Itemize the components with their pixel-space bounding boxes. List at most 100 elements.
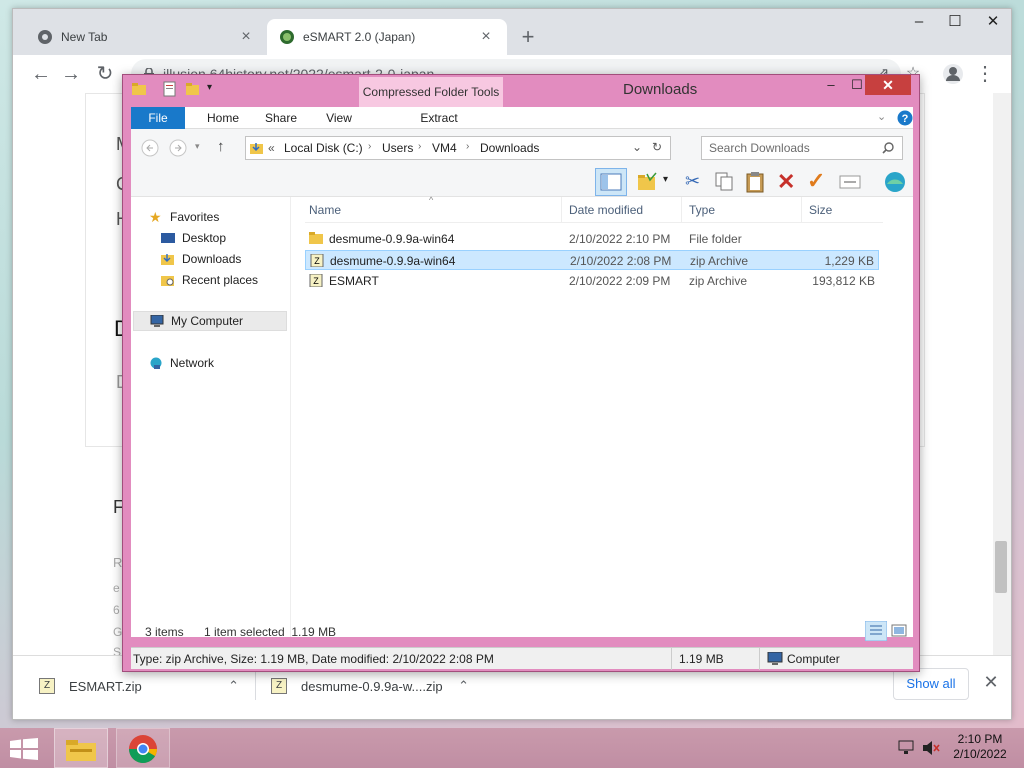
- minimize-button[interactable]: –: [817, 75, 845, 95]
- profile-avatar[interactable]: [939, 61, 967, 87]
- tab-view[interactable]: View: [311, 107, 367, 129]
- column-divider[interactable]: [561, 197, 562, 223]
- breadcrumb-users[interactable]: Users: [382, 141, 413, 155]
- nav-network[interactable]: Network: [149, 353, 214, 373]
- breadcrumb-separator-icon[interactable]: ›: [466, 141, 469, 152]
- nav-downloads[interactable]: Downloads: [161, 249, 241, 269]
- properties-dialog-icon[interactable]: [839, 173, 861, 191]
- chevron-up-icon[interactable]: ⌃: [228, 678, 239, 694]
- help-icon[interactable]: ?: [897, 110, 913, 126]
- page-scrollbar[interactable]: [993, 93, 1011, 655]
- page-letter: e: [113, 581, 120, 595]
- folder-icon: [309, 232, 323, 244]
- explorer-window: ▾ Compressed Folder Tools Downloads – ☐ …: [122, 74, 920, 672]
- close-icon[interactable]: ✕: [979, 672, 1003, 696]
- forward-icon[interactable]: [169, 139, 187, 157]
- download-item[interactable]: Z ESMART.zip ⌃: [39, 668, 239, 704]
- properties-icon[interactable]: [163, 81, 177, 97]
- nav-recent-places[interactable]: Recent places: [161, 270, 258, 290]
- new-folder-icon[interactable]: [185, 81, 201, 97]
- cut-icon[interactable]: ✂: [685, 171, 700, 192]
- refresh-icon[interactable]: ↻: [652, 140, 662, 154]
- clock-time: 2:10 PM: [957, 732, 1003, 746]
- column-divider[interactable]: [681, 197, 682, 223]
- address-box[interactable]: « Local Disk (C:) › Users › VM4 › Downlo…: [245, 136, 671, 160]
- details-view-icon[interactable]: [865, 621, 887, 641]
- network-icon: [150, 357, 162, 369]
- quick-access-dropdown-icon[interactable]: ▾: [207, 82, 212, 93]
- column-name[interactable]: Name: [309, 203, 341, 217]
- compressed-folder-tools-tab[interactable]: Compressed Folder Tools: [359, 77, 503, 111]
- file-size: 1,229 KB: [824, 254, 874, 268]
- recent-locations-icon[interactable]: ▾: [195, 141, 200, 152]
- tab-share[interactable]: Share: [253, 107, 309, 129]
- sort-indicator-icon: ^: [429, 195, 434, 205]
- file-date: 2/10/2022 2:10 PM: [569, 232, 671, 246]
- divider: [671, 648, 672, 670]
- column-divider[interactable]: [801, 197, 802, 223]
- nav-desktop[interactable]: Desktop: [161, 228, 226, 248]
- chevron-up-icon[interactable]: ⌃: [458, 678, 469, 694]
- network-tray-icon[interactable]: [898, 740, 916, 756]
- new-tab-button[interactable]: +: [513, 23, 543, 51]
- column-size[interactable]: Size: [809, 203, 832, 217]
- file-row[interactable]: Z ESMART 2/10/2022 2:09 PM zip Archive 1…: [305, 271, 879, 291]
- chevron-down-icon[interactable]: ⌄: [877, 110, 886, 123]
- details-status-bar: Type: zip Archive, Size: 1.19 MB, Date m…: [131, 647, 913, 670]
- downloads-folder-icon: [161, 254, 174, 265]
- close-window-button[interactable]: ✕: [971, 9, 1015, 37]
- copy-icon[interactable]: [715, 172, 735, 192]
- tab-file[interactable]: File: [131, 107, 185, 129]
- menu-icon[interactable]: ⋮: [971, 61, 999, 87]
- system-clock[interactable]: 2:10 PM 2/10/2022: [944, 732, 1016, 762]
- tab-new-tab[interactable]: New Tab ×: [25, 19, 267, 55]
- file-row-selected[interactable]: Z desmume-0.9.9a-win64 2/10/2022 2:08 PM…: [305, 250, 879, 270]
- tab-home[interactable]: Home: [195, 107, 251, 129]
- breadcrumb-separator-icon[interactable]: ›: [368, 141, 371, 152]
- tab-title: eSMART 2.0 (Japan): [303, 30, 416, 44]
- nav-my-computer[interactable]: My Computer: [133, 311, 287, 331]
- column-date-modified[interactable]: Date modified: [569, 203, 643, 217]
- nav-favorites[interactable]: ★ Favorites: [149, 207, 219, 227]
- reload-button[interactable]: ↻: [91, 61, 119, 87]
- preview-pane-button[interactable]: [595, 168, 627, 196]
- svg-text:Z: Z: [313, 276, 319, 286]
- search-input[interactable]: Search Downloads: [709, 141, 810, 155]
- close-button[interactable]: ✕: [865, 75, 911, 95]
- windows-start-icon[interactable]: [10, 738, 38, 760]
- breadcrumb-downloads[interactable]: Downloads: [480, 141, 539, 155]
- scrollbar-thumb[interactable]: [995, 541, 1007, 593]
- download-item[interactable]: Z desmume-0.9.9a-w....zip ⌃: [271, 668, 469, 704]
- paste-icon[interactable]: [745, 171, 765, 193]
- tab-extract[interactable]: Extract: [367, 107, 511, 129]
- address-dropdown-icon[interactable]: ⌄: [632, 140, 642, 154]
- forward-button[interactable]: →: [57, 61, 85, 87]
- close-tab-icon[interactable]: ×: [237, 28, 255, 46]
- organize-dropdown-icon[interactable]: ▾: [663, 174, 668, 185]
- nav-label: Desktop: [182, 231, 227, 245]
- column-type[interactable]: Type: [689, 203, 715, 217]
- file-name: desmume-0.9.9a-win64: [329, 232, 455, 246]
- speaker-muted-icon[interactable]: [922, 740, 940, 756]
- show-all-button[interactable]: Show all: [893, 668, 969, 700]
- large-icons-view-icon[interactable]: [889, 621, 909, 641]
- breadcrumb-local-disk[interactable]: Local Disk (C:): [284, 141, 363, 155]
- back-icon[interactable]: [141, 139, 159, 157]
- close-tab-icon[interactable]: ×: [477, 28, 495, 46]
- status-details: Type: zip Archive, Size: 1.19 MB, Date m…: [133, 652, 494, 666]
- taskbar-file-explorer[interactable]: [54, 728, 108, 768]
- back-button[interactable]: ←: [27, 61, 55, 87]
- search-box[interactable]: Search Downloads: [701, 136, 903, 160]
- tab-esmart[interactable]: eSMART 2.0 (Japan) ×: [267, 19, 507, 55]
- breadcrumb-overflow[interactable]: «: [268, 141, 275, 155]
- network-globe-icon[interactable]: [883, 170, 907, 194]
- organize-folder-icon[interactable]: [637, 172, 659, 192]
- svg-text:?: ?: [902, 113, 909, 125]
- taskbar-chrome[interactable]: [116, 728, 170, 768]
- breadcrumb-vm4[interactable]: VM4: [432, 141, 457, 155]
- up-arrow-icon[interactable]: ↑: [217, 138, 225, 155]
- rename-check-icon[interactable]: ✓: [807, 168, 825, 194]
- delete-icon[interactable]: ✕: [777, 169, 795, 195]
- file-row[interactable]: desmume-0.9.9a-win64 2/10/2022 2:10 PM F…: [305, 229, 879, 249]
- breadcrumb-separator-icon[interactable]: ›: [418, 141, 421, 152]
